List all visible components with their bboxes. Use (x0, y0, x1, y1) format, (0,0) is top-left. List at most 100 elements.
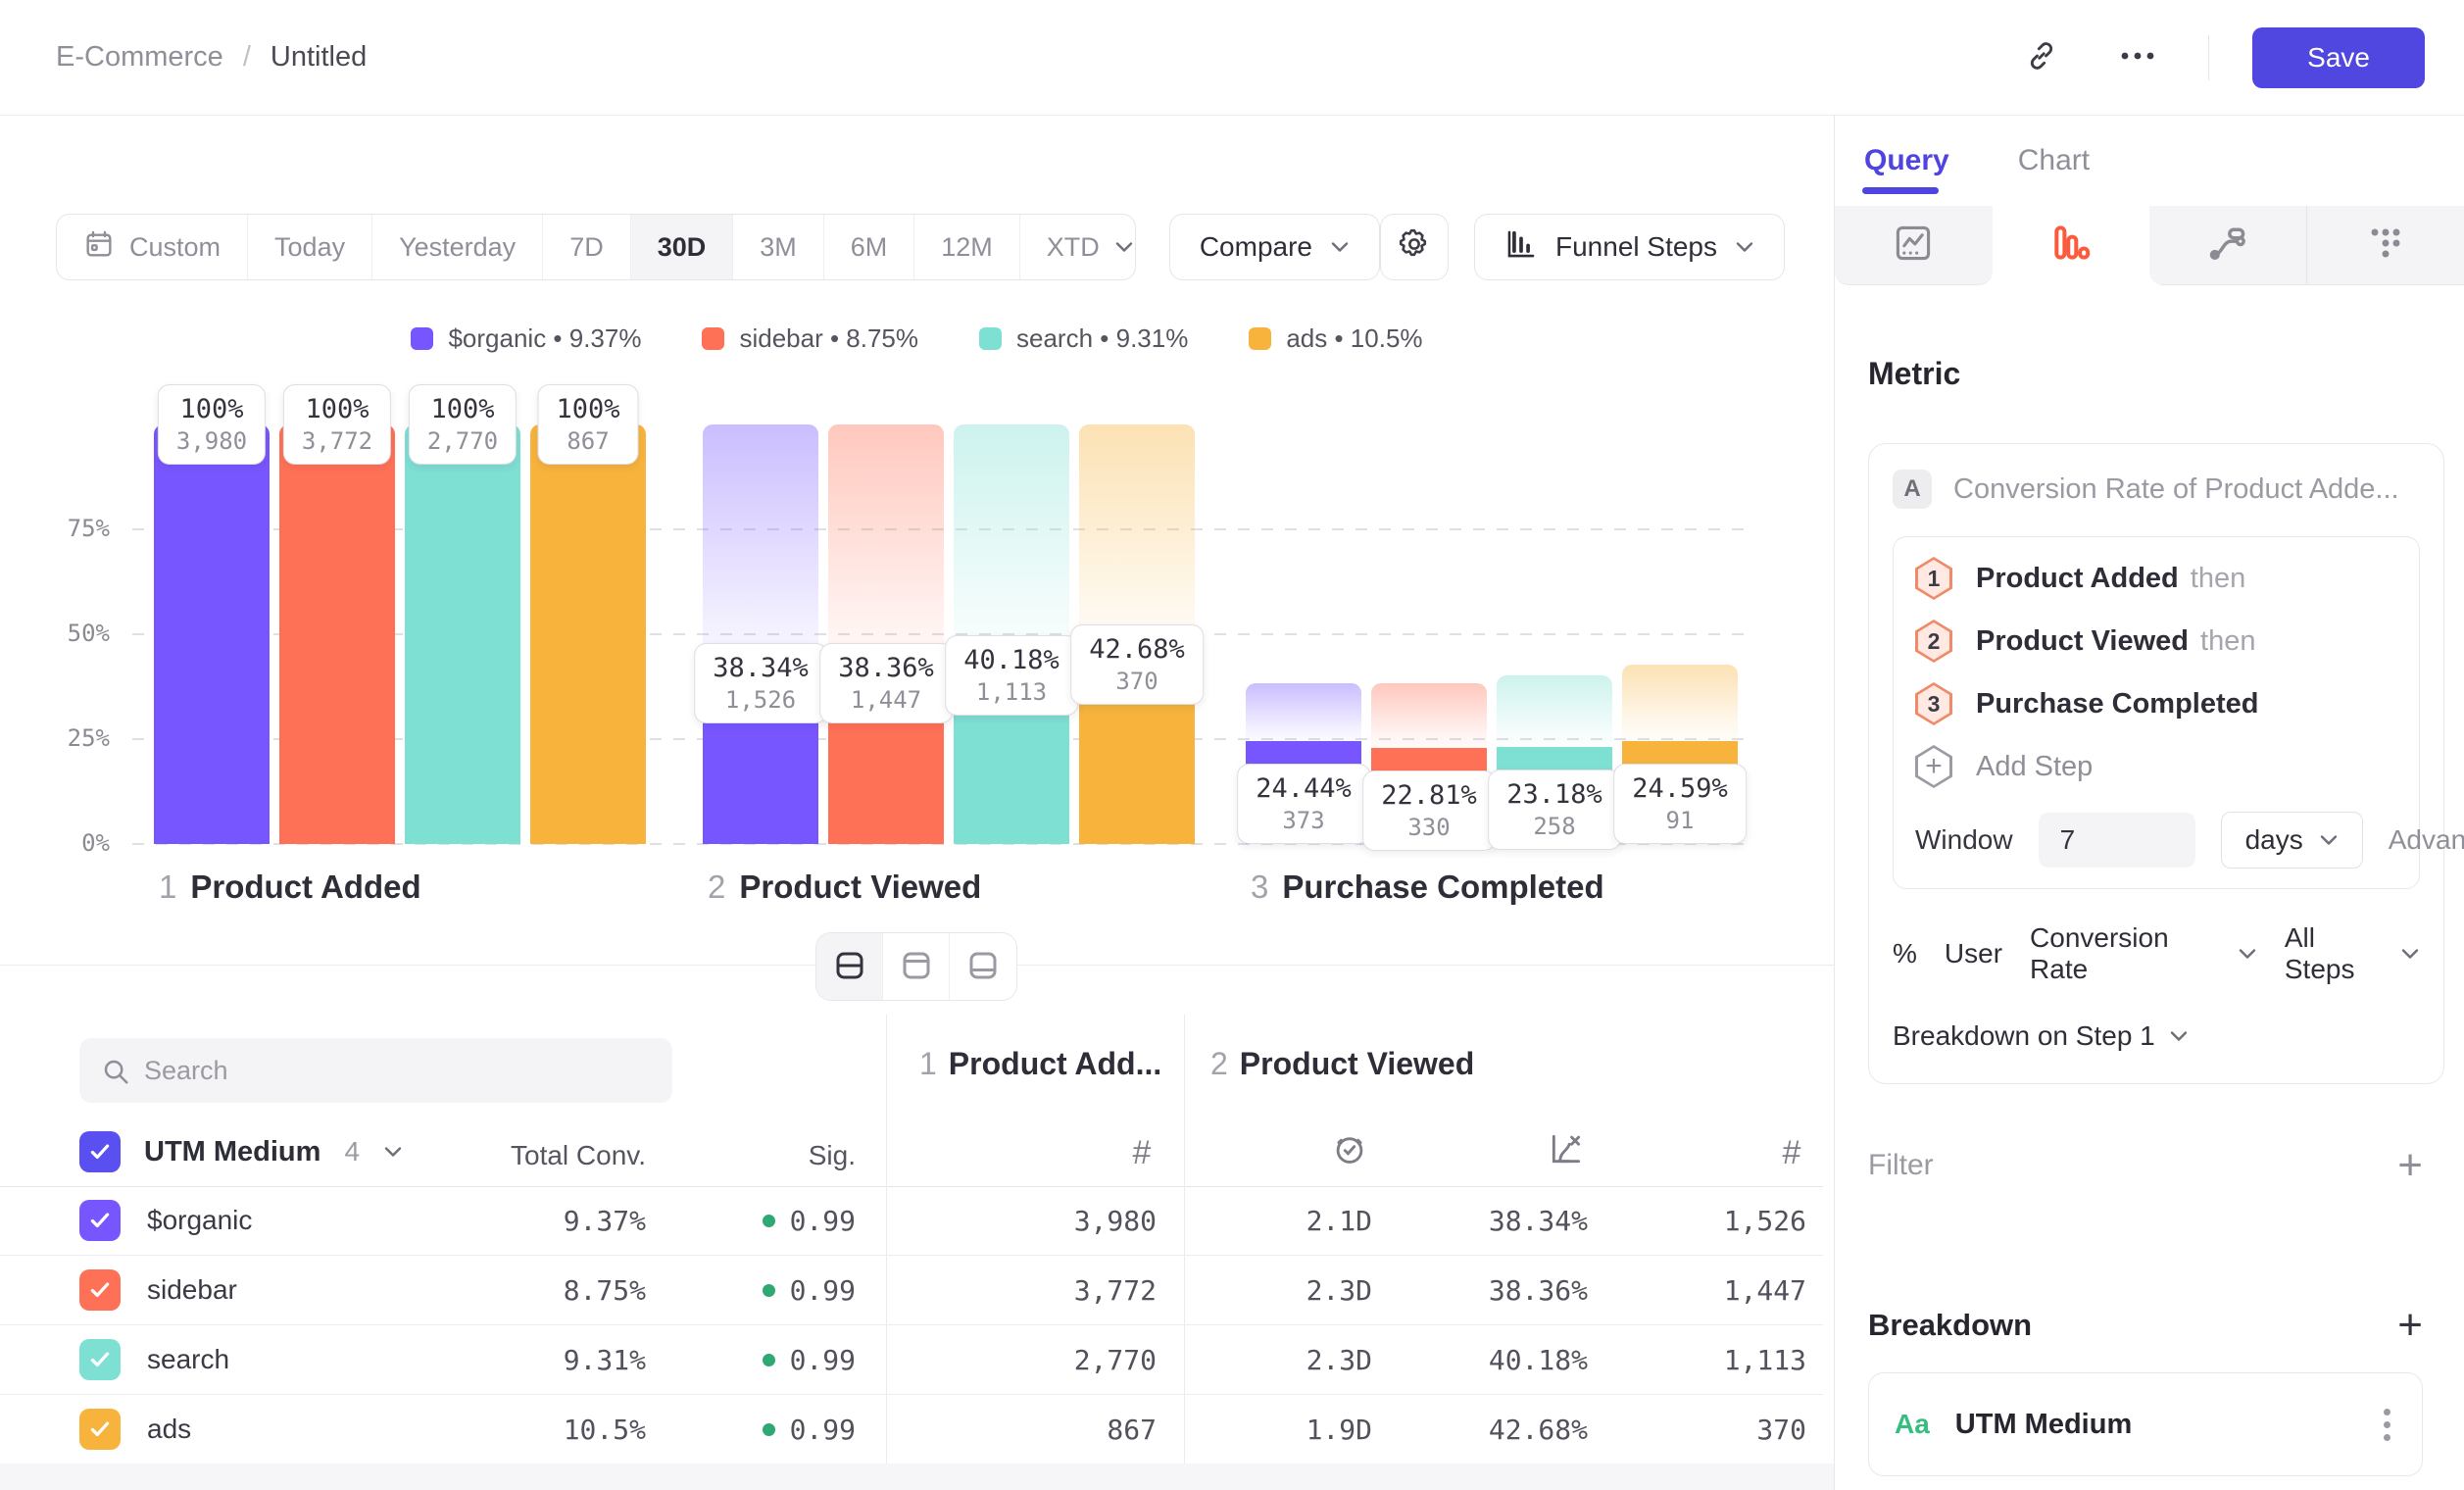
funnel-value-badge-search-step2[interactable]: 40.18%1,113 (945, 635, 1078, 716)
funnel-value-badge-sidebar-step3[interactable]: 22.81%330 (1362, 770, 1496, 851)
search-input[interactable] (79, 1038, 672, 1103)
chart-only-view-button[interactable] (883, 933, 950, 1000)
table-row-ads[interactable]: ads10.5%0.998671.9D42.68%370 (0, 1395, 1823, 1465)
funnel-value-badge-organic-step3[interactable]: 24.44%373 (1237, 764, 1370, 844)
funnel-bar-sidebar-step1[interactable] (279, 424, 395, 844)
funnel-bar-ads-step1[interactable] (530, 424, 646, 844)
row-step2-time: 1.9D (1176, 1414, 1372, 1446)
row-checkbox[interactable] (79, 1269, 121, 1311)
row-step1-count: 867 (912, 1414, 1157, 1446)
row-step2-rate: 38.36% (1392, 1274, 1588, 1307)
tab-chart[interactable]: Chart (2018, 116, 2090, 206)
funnels-report-tab[interactable] (1993, 206, 2150, 285)
bottom-strip (0, 1464, 1834, 1490)
y-axis-label-25%: 25% (31, 724, 110, 752)
series-letter-badge: A (1893, 470, 1932, 509)
count-column-icon-2[interactable]: # (1783, 1134, 1801, 1172)
funnel-ghost-organic-step3 (1246, 683, 1361, 741)
breakdown-item-utm-medium[interactable]: Aa UTM Medium (1868, 1372, 2423, 1476)
row-name: $organic (147, 1205, 252, 1236)
query-step-2[interactable]: 2Product Viewedthen (1915, 610, 2397, 672)
advanced-toggle[interactable]: Advanced (2389, 824, 2464, 856)
retention-report-tab[interactable] (2306, 206, 2464, 285)
badge-count: 330 (1381, 813, 1477, 842)
badge-count: 1,113 (963, 677, 1060, 707)
funnel-value-badge-search-step3[interactable]: 23.18%258 (1488, 770, 1621, 850)
row-checkbox[interactable] (79, 1409, 121, 1450)
query-step-3[interactable]: 3Purchase Completed (1915, 672, 2397, 735)
table-row-sidebar[interactable]: sidebar8.75%0.993,7722.3D38.36%1,447 (0, 1256, 1823, 1325)
ellipsis-icon (2118, 50, 2157, 65)
filter-section-header: Filter + (1868, 1149, 2423, 1182)
save-button[interactable]: Save (2252, 27, 2425, 88)
table-column-divider-1 (886, 1015, 887, 1464)
funnel-value-badge-organic-step1[interactable]: 100%3,980 (158, 384, 266, 465)
step-label-2: 2Product Viewed (708, 869, 981, 906)
row-name: ads (147, 1414, 191, 1445)
breakdown-item-menu[interactable] (2378, 1403, 2396, 1447)
add-filter-button[interactable]: + (2397, 1151, 2423, 1180)
conversion-rate-column-icon[interactable] (1548, 1130, 1585, 1172)
filter-heading: Filter (1868, 1149, 1934, 1182)
funnel-bar-search-step1[interactable] (405, 424, 520, 844)
badge-conversion-pct: 24.44% (1256, 772, 1352, 806)
table-only-view-button[interactable] (950, 933, 1016, 1000)
add-step-button[interactable]: + Add Step (1915, 735, 2397, 798)
funnel-bar-organic-step1[interactable] (154, 424, 270, 844)
measure-metric-dropdown[interactable]: Conversion Rate (2030, 922, 2257, 985)
select-all-checkbox[interactable] (79, 1131, 121, 1172)
add-breakdown-button[interactable]: + (2397, 1311, 2423, 1340)
copy-link-button[interactable] (2016, 30, 2067, 84)
top-panel-view-icon (899, 948, 934, 986)
insights-report-tab[interactable] (1835, 206, 1993, 285)
row-checkbox[interactable] (79, 1200, 121, 1241)
funnel-value-badge-sidebar-step1[interactable]: 100%3,772 (283, 384, 391, 465)
measure-entity[interactable]: User (1945, 938, 2002, 969)
badge-conversion-pct: 40.18% (963, 644, 1060, 677)
badge-count: 1,447 (838, 685, 934, 715)
query-step-1[interactable]: 1Product Addedthen (1915, 547, 2397, 610)
funnel-value-badge-ads-step1[interactable]: 100%867 (537, 384, 638, 465)
time-to-convert-icon[interactable] (1331, 1130, 1368, 1172)
top-bar: E-Commerce / Untitled (0, 0, 2464, 116)
row-checkbox[interactable] (79, 1339, 121, 1380)
funnel-value-badge-sidebar-step2[interactable]: 38.36%1,447 (819, 643, 953, 723)
sig-header[interactable]: Sig. (660, 1140, 856, 1171)
row-name: sidebar (147, 1274, 237, 1306)
significance-dot (763, 1284, 775, 1297)
more-options-button[interactable] (2110, 42, 2165, 73)
breadcrumb-report-title[interactable]: Untitled (271, 41, 367, 74)
flows-report-tab[interactable] (2149, 206, 2306, 285)
metric-series-row[interactable]: A Conversion Rate of Product Adde... (1893, 470, 2420, 509)
badge-count: 3,772 (302, 426, 372, 456)
row-step1-count: 3,772 (912, 1274, 1157, 1307)
funnel-value-badge-search-step1[interactable]: 100%2,770 (409, 384, 517, 465)
window-unit-select[interactable]: days (2221, 812, 2363, 869)
funnel-value-badge-organic-step2[interactable]: 38.34%1,526 (694, 643, 827, 723)
badge-count: 867 (556, 426, 619, 456)
series-title: Conversion Rate of Product Adde... (1953, 473, 2399, 506)
topbar-divider (2208, 35, 2209, 80)
breakdown-column-header[interactable]: UTM Medium 4 (79, 1131, 403, 1172)
count-column-icon[interactable]: # (1133, 1134, 1152, 1172)
window-label: Window (1915, 824, 2013, 856)
step-number-hexagon: 3 (1915, 682, 1952, 725)
window-value-input[interactable] (2039, 813, 2195, 868)
badge-conversion-pct: 42.68% (1089, 633, 1185, 667)
total-conv-header[interactable]: Total Conv. (450, 1140, 646, 1171)
measure-scope-dropdown[interactable]: All Steps (2285, 922, 2420, 985)
split-view-button[interactable] (816, 933, 883, 1000)
retention-icon (2364, 222, 2407, 270)
metric-card: A Conversion Rate of Product Adde... 1Pr… (1868, 443, 2444, 1084)
funnel-ghost-sidebar-step3 (1371, 683, 1487, 749)
funnel-ghost-ads-step3 (1622, 665, 1738, 740)
funnel-value-badge-ads-step2[interactable]: 42.68%370 (1070, 624, 1204, 705)
y-axis-label-50%: 50% (31, 620, 110, 647)
table-row-search[interactable]: search9.31%0.992,7702.3D40.18%1,113 (0, 1325, 1823, 1395)
breakdown-on-step-dropdown[interactable]: Breakdown on Step 1 (1893, 1020, 2420, 1052)
breadcrumb-project[interactable]: E-Commerce (56, 41, 223, 74)
string-type-icon: Aa (1895, 1409, 1930, 1440)
funnel-value-badge-ads-step3[interactable]: 24.59%91 (1613, 764, 1747, 844)
table-row-organic[interactable]: $organic9.37%0.993,9802.1D38.34%1,526 (0, 1186, 1823, 1256)
metric-heading: Metric (1868, 356, 2464, 392)
